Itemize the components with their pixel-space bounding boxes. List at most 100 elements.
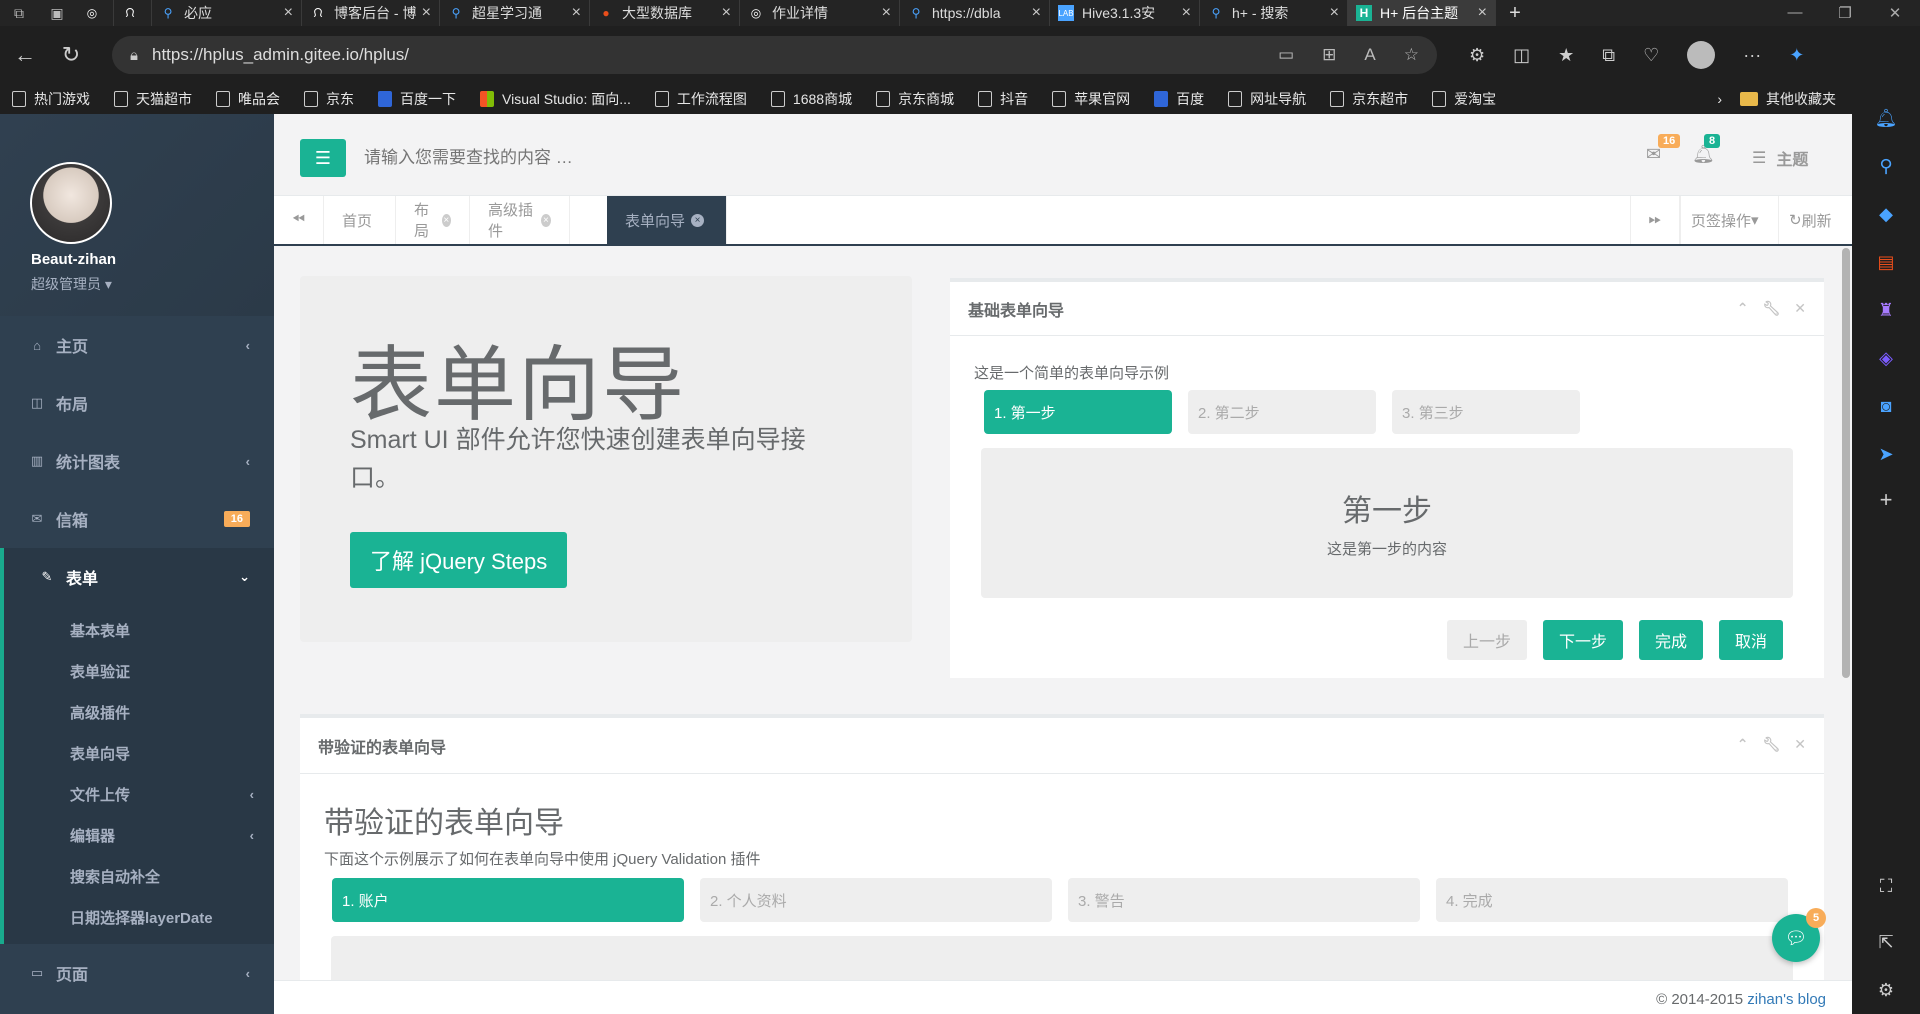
sidebar-item-pages[interactable]: ▭ 页面 ‹ <box>0 944 274 1002</box>
favorites-icon[interactable]: ★ <box>1558 45 1574 66</box>
sidebar-item-home[interactable]: ⌂ 主页 ‹ <box>0 316 274 374</box>
browser-tab[interactable]: ● 大型数据库 × <box>590 0 740 26</box>
copilot-icon[interactable]: ◈ <box>1876 348 1896 368</box>
tab-form-wizard[interactable]: 表单向导 × <box>607 196 727 244</box>
wizard-step[interactable]: 2. 第二步 <box>1188 390 1376 434</box>
wizard-step[interactable]: 3. 第三步 <box>1392 390 1580 434</box>
tab-ops-dropdown[interactable]: 页签操作 ▾ <box>1680 196 1770 244</box>
sidebar-subitem[interactable]: 日期选择器layerDate <box>4 897 274 938</box>
browser-tab-globe[interactable]: ◎ <box>76 0 114 26</box>
bookmark[interactable]: 爱淘宝 <box>1432 89 1496 109</box>
close-icon[interactable]: × <box>882 4 891 22</box>
refresh-icon[interactable]: ↻ <box>50 34 92 76</box>
bookmark[interactable]: 热门游戏 <box>12 89 90 109</box>
browser-tab-pinned[interactable]: ᙁ <box>114 0 152 26</box>
wrench-icon[interactable]: 🔧︎ <box>1762 300 1780 317</box>
tab-home[interactable]: 首页 <box>324 196 396 244</box>
minimize-icon[interactable]: — <box>1770 4 1820 22</box>
sidebar-subitem-active[interactable]: 表单向导 <box>4 733 274 774</box>
read-aloud-icon[interactable]: A <box>1364 45 1375 65</box>
prev-button[interactable]: 上一步 <box>1447 620 1527 660</box>
mail-button[interactable]: ✉ 16 <box>1646 134 1681 166</box>
performance-icon[interactable]: ♡ <box>1643 45 1659 66</box>
tab-close-icon[interactable]: × <box>540 213 551 227</box>
collapse-icon[interactable]: ⌃ <box>1737 300 1749 317</box>
tag-icon[interactable]: ◆ <box>1876 204 1896 224</box>
browser-tab[interactable]: LAB Hive3.1.3安 × <box>1050 0 1200 26</box>
role-dropdown[interactable]: 超级管理员 ▾ <box>31 274 112 294</box>
learn-jquery-steps-button[interactable]: 了解 jQuery Steps <box>350 532 568 588</box>
theme-button[interactable]: ☰ 主题 <box>1752 146 1808 170</box>
sidebar-subitem[interactable]: 文件上传 ‹ <box>4 774 274 815</box>
window-close-icon[interactable]: ✕ <box>1870 4 1920 22</box>
bookmark[interactable]: 百度 <box>1154 89 1204 109</box>
wizard-step-current[interactable]: 1. 第一步 <box>984 390 1172 434</box>
browser-tab[interactable]: ⚲ https://dbla × <box>900 0 1050 26</box>
bookmark[interactable]: 天猫超市 <box>114 89 192 109</box>
bookmark[interactable]: 苹果官网 <box>1052 89 1130 109</box>
tab-advanced-plugins[interactable]: 高级插件 × <box>470 196 570 244</box>
browser-tab[interactable]: ◎ 作业详情 × <box>740 0 900 26</box>
split-screen-icon[interactable]: ◫ <box>1513 45 1530 66</box>
back-icon[interactable]: ← <box>4 34 46 76</box>
refresh-tab-button[interactable]: ↻ 刷新 <box>1778 196 1852 244</box>
cast-icon[interactable]: ▭ <box>1278 45 1294 65</box>
content-scrollbar[interactable] <box>1842 248 1850 678</box>
close-icon[interactable]: ✕ <box>1794 736 1806 753</box>
screenshot-icon[interactable]: ⛶ <box>1876 876 1896 896</box>
bookmark[interactable]: Visual Studio: 面向... <box>480 89 631 109</box>
bookmark[interactable]: 唯品会 <box>216 89 280 109</box>
favorite-star-icon[interactable]: ☆ <box>1404 45 1419 65</box>
wizard-step-current[interactable]: 1. 账户 <box>332 878 684 922</box>
close-icon[interactable]: ✕ <box>1794 300 1806 317</box>
sidebar-subitem[interactable]: 基本表单 <box>4 610 274 651</box>
toolbox-icon[interactable]: ▤ <box>1876 252 1896 272</box>
profile-avatar[interactable] <box>1687 41 1716 69</box>
sidebar-subitem[interactable]: 高级插件 <box>4 692 274 733</box>
tab-close-icon[interactable]: × <box>441 213 451 227</box>
games-icon[interactable]: ♜ <box>1876 300 1896 320</box>
close-icon[interactable]: × <box>722 4 731 22</box>
apps-icon[interactable]: ⊞ <box>1322 45 1336 65</box>
wizard-step[interactable]: 2. 个人资料 <box>700 878 1052 922</box>
bookmark[interactable]: 抖音 <box>978 89 1028 109</box>
close-icon[interactable]: × <box>284 4 293 22</box>
finish-button[interactable]: 完成 <box>1639 620 1703 660</box>
cancel-button[interactable]: 取消 <box>1719 620 1783 660</box>
browser-tab-active[interactable]: H H+ 后台主题 × <box>1348 0 1496 26</box>
address-bar[interactable]: 🔒︎ https://hplus_admin.gitee.io/hplus/ ▭… <box>112 36 1437 74</box>
wrench-icon[interactable]: 🔧︎ <box>1762 736 1780 753</box>
search-input[interactable] <box>364 142 764 174</box>
notifications-button[interactable]: 🔔︎ 8 <box>1692 134 1721 166</box>
tabs-scroll-left-icon[interactable]: ⏪︎ <box>274 196 324 244</box>
close-icon[interactable]: × <box>1032 4 1041 22</box>
close-icon[interactable]: × <box>1478 4 1487 22</box>
browser-tab[interactable]: ⚲ 超星学习通 × <box>440 0 590 26</box>
bell-icon[interactable]: 🔔︎ <box>1875 108 1898 128</box>
send-icon[interactable]: ➤ <box>1876 444 1896 464</box>
tab-layout[interactable]: 布局 × <box>396 196 470 244</box>
menu-toggle-button[interactable]: ☰ <box>300 139 346 177</box>
sidebar-subitem[interactable]: 表单验证 <box>4 651 274 692</box>
bookmark[interactable]: 1688商城 <box>770 89 852 109</box>
wizard-step[interactable]: 4. 完成 <box>1436 878 1788 922</box>
sidebar-subitem[interactable]: 搜索自动补全 <box>4 856 274 897</box>
bookmark[interactable]: 工作流程图 <box>654 89 747 109</box>
more-icon[interactable]: ··· <box>1743 45 1761 66</box>
bookmark[interactable]: 京东超市 <box>1330 89 1408 109</box>
browser-tab[interactable]: ⚲ 必应 × <box>152 0 302 26</box>
footer-link[interactable]: zihan's blog <box>1747 991 1826 1008</box>
search-icon[interactable]: ⚲ <box>1876 156 1896 176</box>
sidebar-item-layout[interactable]: ◫ 布局 <box>0 374 274 432</box>
extensions-icon[interactable]: ⚙ <box>1469 45 1485 66</box>
external-icon[interactable]: ⇱ <box>1876 932 1896 952</box>
close-icon[interactable]: × <box>1182 4 1191 22</box>
sidebar-subitem[interactable]: 编辑器 ‹ <box>4 815 274 856</box>
add-icon[interactable]: + <box>1876 487 1896 512</box>
bookmark[interactable]: 京东商城 <box>876 89 954 109</box>
close-icon[interactable]: × <box>572 4 581 22</box>
copilot-icon[interactable]: ✦ <box>1789 45 1804 66</box>
browser-tab[interactable]: ⚲ h+ - 搜索 × <box>1200 0 1348 26</box>
outlook-icon[interactable]: ◙ <box>1876 396 1896 416</box>
settings-gear-icon[interactable]: ⚙ <box>1876 980 1896 1000</box>
